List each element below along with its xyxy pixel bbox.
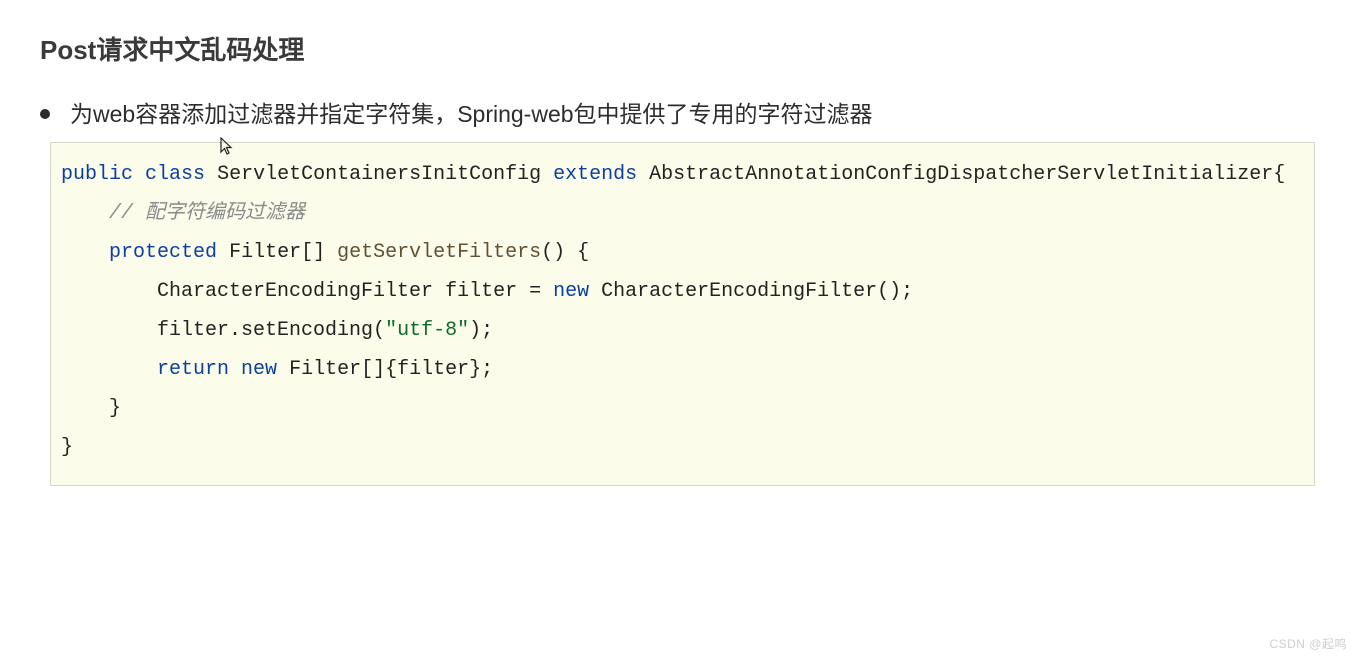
code-line-8: } bbox=[61, 436, 73, 459]
code-comment: // 配字符编码过滤器 bbox=[109, 202, 305, 225]
bullet-text: 为web容器添加过滤器并指定字符集，Spring-web包中提供了专用的字符过滤… bbox=[70, 97, 873, 132]
string-literal: "utf-8" bbox=[385, 319, 469, 342]
code-line-5b: ); bbox=[469, 319, 493, 342]
code-line-4b: CharacterEncodingFilter(); bbox=[589, 280, 913, 303]
keyword-public: public bbox=[61, 163, 133, 186]
code-block: public class ServletContainersInitConfig… bbox=[50, 142, 1315, 486]
keyword-extends: extends bbox=[553, 163, 637, 186]
code-line-7: } bbox=[61, 397, 121, 420]
return-type: Filter[] bbox=[229, 241, 325, 264]
class-name: ServletContainersInitConfig bbox=[217, 163, 541, 186]
superclass-name: AbstractAnnotationConfigDispatcherServle… bbox=[649, 163, 1285, 186]
keyword-protected: protected bbox=[109, 241, 217, 264]
keyword-class: class bbox=[145, 163, 205, 186]
watermark-text: CSDN @起鸣 bbox=[1269, 635, 1347, 652]
code-line-5a: filter.setEncoding( bbox=[61, 319, 385, 342]
code-line-4a: CharacterEncodingFilter filter = bbox=[61, 280, 553, 303]
keyword-new-2: new bbox=[241, 358, 277, 381]
keyword-return: return bbox=[157, 358, 229, 381]
bullet-item: 为web容器添加过滤器并指定字符集，Spring-web包中提供了专用的字符过滤… bbox=[40, 97, 1325, 132]
page-title: Post请求中文乱码处理 bbox=[40, 30, 1325, 67]
document-page: Post请求中文乱码处理 为web容器添加过滤器并指定字符集，Spring-we… bbox=[0, 0, 1365, 486]
code-line-6-indent bbox=[61, 358, 157, 381]
method-name: getServletFilters bbox=[337, 241, 541, 264]
code-line-6-tail: Filter[]{filter}; bbox=[277, 358, 493, 381]
keyword-new: new bbox=[553, 280, 589, 303]
bullet-dot-icon bbox=[40, 109, 50, 119]
method-params: () { bbox=[541, 241, 589, 264]
